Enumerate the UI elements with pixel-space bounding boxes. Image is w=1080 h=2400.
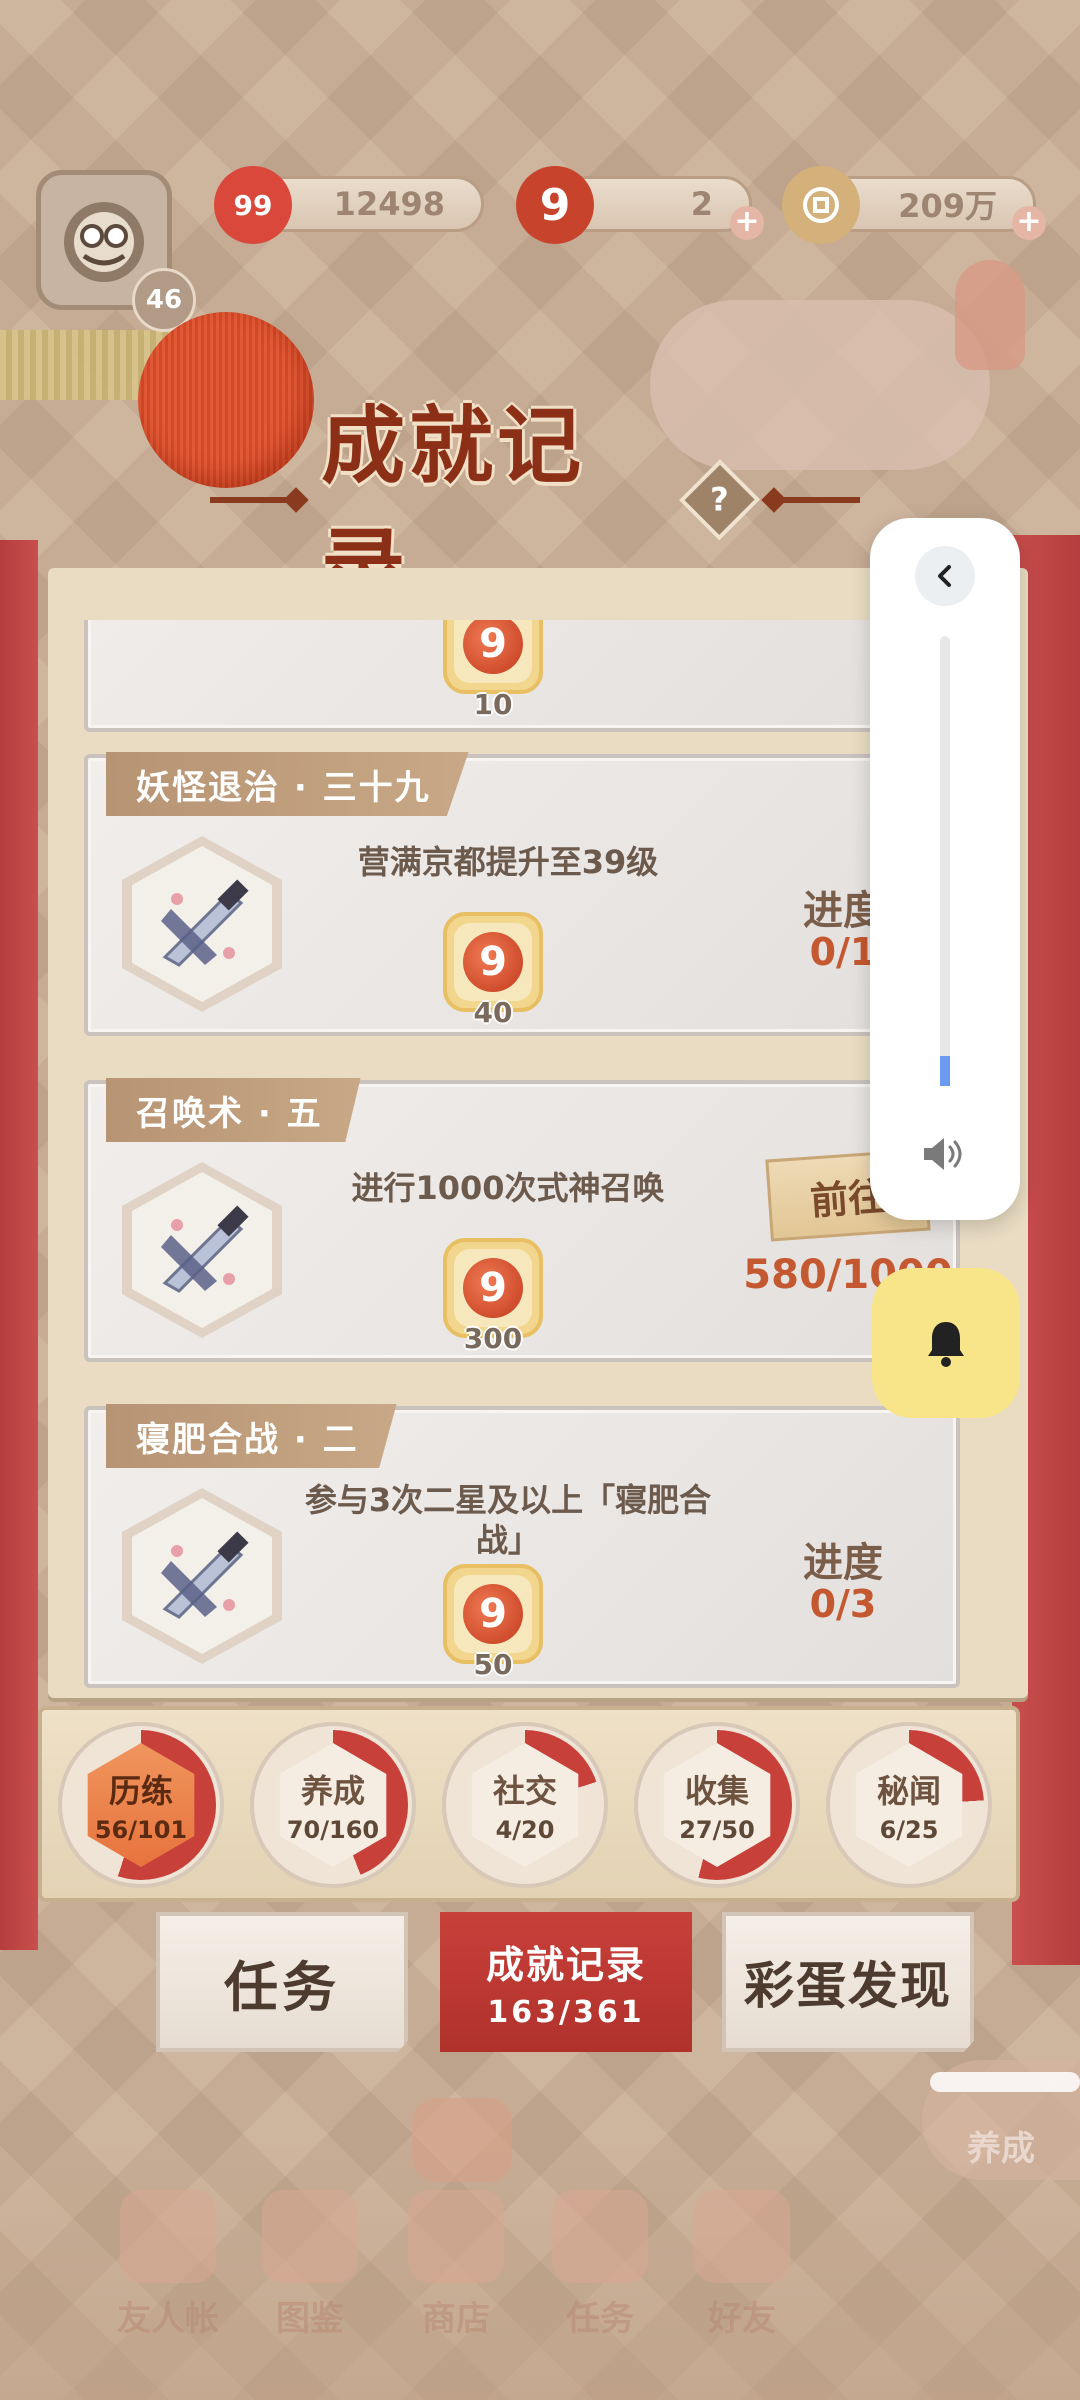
nav-label: 好友: [708, 2299, 776, 2339]
bell-icon: [928, 1322, 964, 1367]
notification-bell-button[interactable]: [872, 1268, 1020, 1418]
side-chip-label: 养成: [967, 2129, 1035, 2169]
category-count: 56/101: [94, 1816, 188, 1844]
eye-scroll-icon: [262, 2190, 358, 2283]
category-name: 社交: [492, 1772, 557, 1810]
summon-ticket-icon: 9: [463, 1584, 523, 1644]
summon-ticket-icon: 9: [516, 166, 594, 244]
title-right-arrow-decoration: [770, 497, 860, 503]
tab-tasks[interactable]: 任务: [156, 1912, 408, 2052]
help-button[interactable]: ?: [679, 459, 762, 541]
crossed-swords-icon: [161, 1205, 249, 1293]
nav-tasks[interactable]: 任务: [540, 2190, 660, 2340]
speaker-icon[interactable]: [915, 1124, 975, 1184]
achievement-list[interactable]: 9 10 妖怪退治 · 三十九 营满京都提升至39级 9 40 进度 0/1 召…: [78, 620, 988, 1700]
category-count: 70/160: [286, 1816, 380, 1844]
category-name: 秘闻: [876, 1772, 941, 1810]
achievement-title: 妖怪退治 · 三十九: [106, 752, 469, 816]
achievement-title: 寝肥合战 · 二: [106, 1404, 397, 1468]
crossed-swords-icon: [161, 1531, 249, 1619]
summon-ticket-icon-label: 9: [539, 179, 571, 231]
cat-shop-icon: [408, 2190, 504, 2283]
left-red-panel: [0, 540, 38, 1950]
category-count: 6/25: [879, 1816, 939, 1844]
help-icon: ?: [710, 480, 730, 519]
chevron-left-icon: [938, 565, 951, 587]
achievement-card: 召唤术 · 五 进行1000次式神召唤 9 300 前往 580/1000: [84, 1078, 960, 1362]
reward-count: 300: [463, 1322, 523, 1355]
summon-ticket-add-button[interactable]: +: [730, 206, 764, 240]
achievement-card: 妖怪退治 · 三十九 营满京都提升至39级 9 40 进度 0/1: [84, 752, 960, 1036]
jade-icon-label: 99: [233, 188, 273, 222]
category-count: 27/50: [679, 1816, 755, 1844]
category-count: 4/20: [495, 1816, 555, 1844]
nav-encyclopedia[interactable]: 图鉴: [250, 2190, 370, 2340]
category-training[interactable]: 历练 56/101: [58, 1722, 224, 1888]
achievement-description: 参与3次二星及以上「寝肥合战」: [304, 1481, 712, 1559]
nav-label: 图鉴: [276, 2299, 344, 2339]
category-secrets[interactable]: 秘闻 6/25: [826, 1722, 992, 1888]
category-collection[interactable]: 收集 27/50: [634, 1722, 800, 1888]
shrine-icon[interactable]: [412, 2098, 512, 2182]
category-name: 养成: [300, 1772, 365, 1810]
reward-count: 50: [473, 1648, 513, 1681]
fish-banner-decoration: [955, 260, 1025, 370]
speaker-volume-icon: [924, 1138, 962, 1170]
volume-slider[interactable]: [940, 636, 950, 1086]
nav-label: 任务: [566, 2299, 634, 2339]
nav-label: 商店: [422, 2299, 490, 2339]
jade-value: 12498: [333, 185, 445, 223]
achievement-card: 寝肥合战 · 二 参与3次二星及以上「寝肥合战」 9 50 进度 0/3: [84, 1404, 960, 1688]
tab-achievements-label: 成就记录: [485, 1943, 646, 1987]
achievement-description: 营满京都提升至39级: [357, 843, 659, 881]
tab-easter-eggs-label: 彩蛋发现: [744, 1957, 952, 2015]
tab-easter-eggs[interactable]: 彩蛋发现: [722, 1912, 974, 2052]
achievement-icon: [122, 1488, 282, 1664]
reward-item: 9: [443, 620, 543, 694]
nav-friend-book[interactable]: 友人帐: [108, 2190, 228, 2340]
coin-value: 209万: [898, 187, 997, 225]
tab-tasks-label: 任务: [224, 1955, 340, 2019]
tab-achievements-count: 163/361: [487, 1995, 645, 2030]
daruma-icon: [64, 202, 144, 282]
coin-square-hole-icon: [803, 187, 839, 223]
progress-label: 进度: [803, 1540, 883, 1586]
cloud-streak-decoration: [930, 2072, 1080, 2092]
summon-ticket-value: 2: [690, 185, 713, 223]
category-name: 收集: [684, 1772, 749, 1810]
task-icon: [552, 2190, 648, 2283]
friends-icon: [694, 2190, 790, 2283]
crossed-swords-icon: [161, 879, 249, 967]
progress-value: 0/3: [809, 1582, 877, 1626]
nav-shop[interactable]: 商店: [396, 2190, 516, 2340]
summon-ticket-icon: 9: [463, 1258, 523, 1318]
category-social[interactable]: 社交 4/20: [442, 1722, 608, 1888]
nav-friends[interactable]: 好友: [682, 2190, 802, 2340]
tab-achievements[interactable]: 成就记录 163/361: [440, 1912, 692, 2052]
achievement-description: 进行1000次式神召唤: [351, 1169, 665, 1207]
page-title-bar: 成就记录 ?: [210, 396, 860, 616]
volume-collapse-button[interactable]: [915, 546, 975, 606]
coin-icon: [782, 166, 860, 244]
book-icon: [120, 2190, 216, 2283]
achievement-title: 召唤术 · 五: [106, 1078, 361, 1142]
achievement-icon: [122, 836, 282, 1012]
reward-count: 40: [473, 996, 513, 1029]
title-left-arrow-decoration: [210, 497, 300, 503]
summon-ticket-icon: 9: [463, 932, 523, 992]
achievement-card-partial: 9 10: [84, 620, 960, 732]
nav-label: 友人帐: [117, 2299, 219, 2339]
category-name: 历练: [108, 1772, 173, 1810]
category-growth[interactable]: 养成 70/160: [250, 1722, 416, 1888]
summon-ticket-icon: 9: [463, 620, 523, 674]
volume-slider-fill: [940, 1056, 950, 1086]
achievement-icon: [122, 1162, 282, 1338]
jade-icon: 99: [214, 166, 292, 244]
reward-count: 10: [473, 688, 513, 721]
coin-add-button[interactable]: +: [1012, 206, 1046, 240]
